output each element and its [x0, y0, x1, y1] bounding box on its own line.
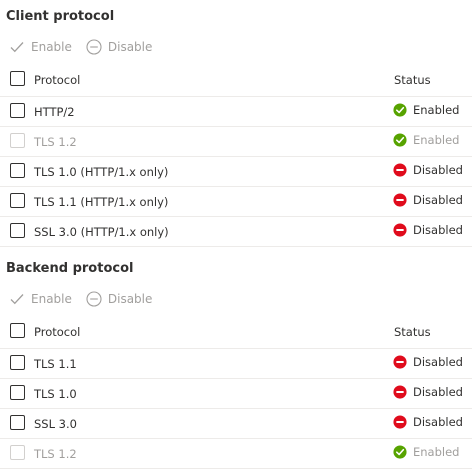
toolbar: Enable Disable	[10, 38, 152, 56]
row-checkbox[interactable]	[10, 103, 25, 118]
status-cell: Enabled	[393, 445, 459, 459]
success-check-icon	[393, 133, 407, 147]
row-checkbox	[10, 133, 25, 148]
enable-label: Enable	[31, 40, 72, 54]
disable-button[interactable]: Disable	[86, 39, 153, 55]
disable-button[interactable]: Disable	[86, 291, 153, 307]
table-header: Protocol Status	[0, 64, 472, 97]
section-title: Backend protocol	[6, 261, 134, 276]
checkmark-icon	[10, 42, 24, 53]
table-header: Protocol Status	[0, 316, 472, 349]
enable-button[interactable]: Enable	[10, 292, 72, 306]
checkmark-icon	[10, 294, 24, 305]
row-checkbox[interactable]	[10, 163, 25, 178]
status-text: Disabled	[413, 163, 463, 177]
table-row[interactable]: TLS 1.1 Disabled	[0, 349, 472, 379]
row-checkbox[interactable]	[10, 193, 25, 208]
enable-label: Enable	[31, 292, 72, 306]
blocked-icon	[393, 415, 407, 429]
table-row[interactable]: TLS 1.2 Enabled	[0, 127, 472, 157]
table-row[interactable]: TLS 1.2 Enabled	[0, 439, 472, 469]
column-header-status: Status	[394, 325, 431, 339]
row-checkbox	[10, 445, 25, 460]
protocol-name: TLS 1.1	[34, 357, 77, 371]
protocol-name: TLS 1.0 (HTTP/1.x only)	[34, 165, 169, 179]
status-cell: Disabled	[393, 193, 463, 207]
protocol-name: TLS 1.2	[34, 135, 77, 149]
table-row[interactable]: SSL 3.0 (HTTP/1.x only) Disabled	[0, 217, 472, 247]
section-title: Client protocol	[6, 9, 115, 24]
enable-button[interactable]: Enable	[10, 40, 72, 54]
table-row[interactable]: HTTP/2 Enabled	[0, 97, 472, 127]
blocked-icon	[393, 193, 407, 207]
table-row[interactable]: SSL 3.0 Disabled	[0, 409, 472, 439]
status-text: Disabled	[413, 415, 463, 429]
block-icon	[86, 291, 102, 307]
select-all-checkbox[interactable]	[10, 71, 25, 86]
blocked-icon	[393, 163, 407, 177]
status-cell: Disabled	[393, 415, 463, 429]
protocol-name: TLS 1.0	[34, 387, 77, 401]
status-text: Disabled	[413, 385, 463, 399]
protocol-table: Protocol Status HTTP/2 Enabled TLS 1.2 Enab…	[0, 64, 472, 247]
status-text: Disabled	[413, 193, 463, 207]
column-header-protocol: Protocol	[34, 325, 81, 339]
table-row[interactable]: TLS 1.0 Disabled	[0, 379, 472, 409]
success-check-icon	[393, 445, 407, 459]
blocked-icon	[393, 385, 407, 399]
status-text: Disabled	[413, 355, 463, 369]
row-checkbox[interactable]	[10, 385, 25, 400]
protocol-name: TLS 1.1 (HTTP/1.x only)	[34, 195, 169, 209]
blocked-icon	[393, 223, 407, 237]
success-check-icon	[393, 103, 407, 117]
select-all-checkbox[interactable]	[10, 323, 25, 338]
column-header-status: Status	[394, 73, 431, 87]
row-checkbox[interactable]	[10, 415, 25, 430]
status-text: Enabled	[413, 133, 460, 147]
status-cell: Disabled	[393, 355, 463, 369]
block-icon	[86, 39, 102, 55]
toolbar: Enable Disable	[10, 290, 152, 308]
blocked-icon	[393, 355, 407, 369]
status-text: Disabled	[413, 223, 463, 237]
disable-label: Disable	[107, 292, 153, 306]
row-checkbox[interactable]	[10, 355, 25, 370]
status-cell: Disabled	[393, 385, 463, 399]
row-checkbox[interactable]	[10, 223, 25, 238]
column-header-protocol: Protocol	[34, 73, 81, 87]
status-cell: Enabled	[393, 133, 459, 147]
status-cell: Enabled	[393, 103, 459, 117]
status-cell: Disabled	[393, 163, 463, 177]
disable-label: Disable	[107, 40, 153, 54]
table-row[interactable]: TLS 1.1 (HTTP/1.x only) Disabled	[0, 187, 472, 217]
status-text: Enabled	[413, 103, 460, 117]
protocol-name: TLS 1.2	[34, 447, 77, 461]
status-text: Enabled	[413, 445, 460, 459]
status-cell: Disabled	[393, 223, 463, 237]
protocol-name: SSL 3.0 (HTTP/1.x only)	[34, 225, 169, 239]
protocol-name: HTTP/2	[34, 105, 75, 119]
protocol-table: Protocol Status TLS 1.1 Disabled TLS 1.0 Di…	[0, 316, 472, 469]
protocol-name: SSL 3.0	[34, 417, 77, 431]
table-row[interactable]: TLS 1.0 (HTTP/1.x only) Disabled	[0, 157, 472, 187]
